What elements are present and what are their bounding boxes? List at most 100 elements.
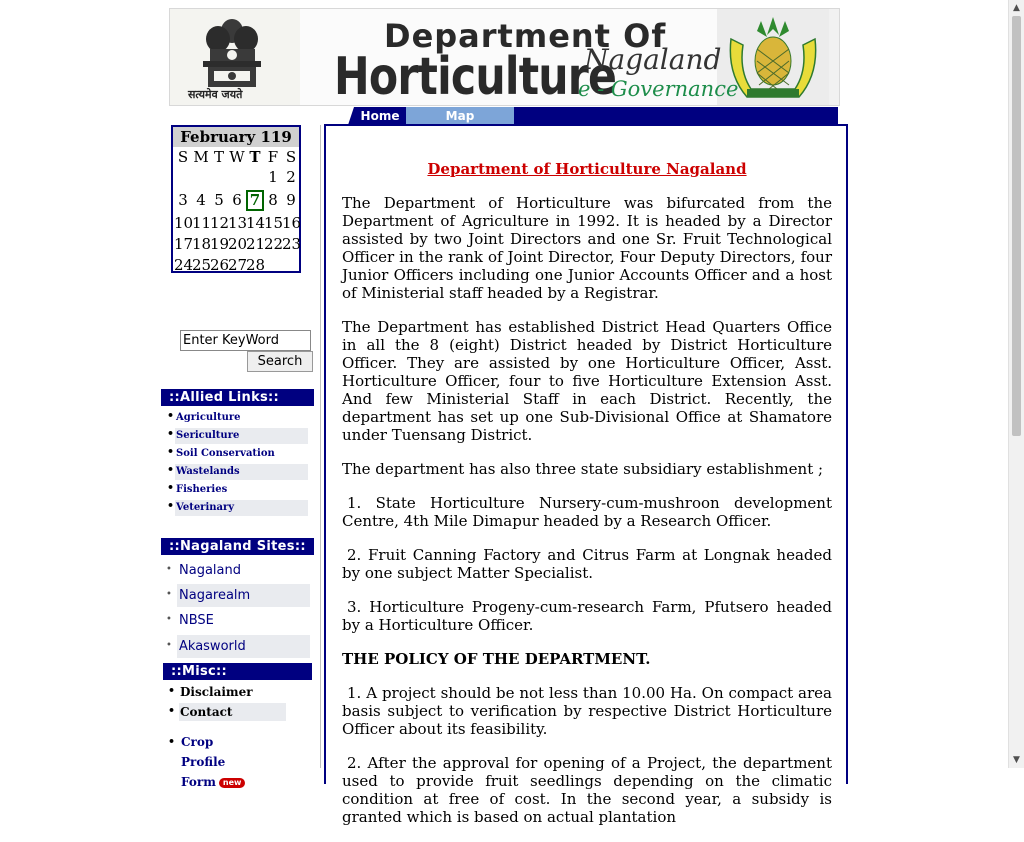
calendar-weekday: S (177, 148, 189, 166)
calendar-week-row: 3456789 (174, 188, 300, 213)
tab-home[interactable]: Home (354, 107, 406, 125)
calendar-day[interactable]: 24 (174, 255, 193, 276)
tab-map[interactable]: Map (406, 107, 514, 125)
bullet-icon: • (167, 409, 175, 422)
bullet-icon: • (166, 564, 172, 575)
misc-link[interactable]: Crop Profile Form new (179, 732, 253, 789)
nagaland-site-link[interactable]: Nagaland (177, 559, 310, 582)
policy-heading: THE POLICY OF THE DEPARTMENT. (342, 650, 651, 668)
allied-link[interactable]: Agriculture (175, 410, 308, 426)
calendar-day[interactable]: 21 (246, 234, 265, 255)
bullet-icon: • (168, 735, 176, 748)
calendar-day (174, 167, 192, 188)
calendar-day[interactable]: 10 (174, 213, 193, 234)
calendar-week-row: 12 (174, 167, 300, 188)
content-paragraphs: The Department of Horticulture was bifur… (342, 194, 832, 634)
new-badge-icon: new (218, 777, 246, 788)
bullet-icon: • (166, 614, 172, 625)
allied-link[interactable]: Soil Conservation (175, 446, 308, 462)
banner-nagaland-text: Nagaland (584, 43, 722, 76)
calendar-day[interactable]: 8 (264, 188, 282, 213)
policy-paragraphs: 1. A project should be not less than 10.… (342, 684, 832, 826)
calendar-day[interactable]: 4 (192, 188, 210, 213)
scroll-up-arrow-icon[interactable]: ▲ (1009, 0, 1024, 16)
bullet-icon: • (167, 427, 175, 440)
calendar-day (282, 255, 300, 276)
calendar-day[interactable]: 13 (228, 213, 247, 234)
calendar-day[interactable]: 16 (282, 213, 301, 234)
calendar-weekday: F (267, 148, 279, 166)
calendar-day[interactable]: 12 (210, 213, 229, 234)
content-title[interactable]: Department of Horticulture Nagaland (342, 160, 832, 178)
column-divider (320, 125, 321, 768)
page-scrollbar[interactable]: ▲ ▼ (1008, 0, 1024, 768)
calendar-day[interactable]: 15 (264, 213, 283, 234)
calendar-weekday: S (285, 148, 297, 166)
calendar-today[interactable]: 7 (246, 190, 264, 211)
calendar-day[interactable]: 11 (192, 213, 211, 234)
nagaland-site-link[interactable]: Nagarealm (177, 584, 310, 607)
content-paragraph: 3. Horticulture Progeny-cum-research Far… (342, 598, 832, 634)
nagaland-site-link[interactable]: NBSE (177, 609, 310, 632)
calendar-day[interactable]: 17 (174, 234, 193, 255)
emblem-motto: सत्यमेव जयते (188, 88, 243, 101)
calendar-day (246, 167, 264, 188)
bullet-icon: • (167, 481, 175, 494)
calendar-day[interactable]: 9 (282, 188, 300, 213)
allied-link[interactable]: Wastelands (175, 464, 308, 480)
calendar-day[interactable]: 20 (228, 234, 247, 255)
calendar-day[interactable]: 14 (246, 213, 265, 234)
calendar-day[interactable]: 27 (228, 255, 247, 276)
misc-link[interactable]: Contact (179, 703, 286, 721)
bullet-icon: • (167, 463, 175, 476)
calendar-weekday: T (249, 148, 261, 166)
search-button[interactable]: Search (247, 351, 313, 372)
calendar-day[interactable]: 3 (174, 188, 192, 213)
calendar-day[interactable]: 23 (282, 234, 301, 255)
calendar-day[interactable]: 28 (246, 255, 265, 276)
calendar-day[interactable]: 22 (264, 234, 283, 255)
calendar-weekday: T (213, 148, 224, 166)
allied-links-header: ::Allied Links:: (161, 389, 314, 406)
bullet-icon: • (166, 589, 172, 600)
calendar-day[interactable]: 25 (192, 255, 211, 276)
calendar-week-row: 10 11 12 13 14 15 16 (174, 213, 301, 234)
bullet-icon: • (168, 704, 176, 717)
calendar-day[interactable]: 19 (210, 234, 229, 255)
scrollbar-thumb[interactable] (1012, 16, 1021, 436)
allied-link[interactable]: Veterinary (175, 500, 308, 516)
nagaland-site-link[interactable]: Akasworld (177, 635, 310, 658)
calendar-day[interactable]: 18 (192, 234, 211, 255)
calendar-day (192, 167, 210, 188)
calendar: February 119 S M T W T F S 1 2 3 4 5 6 7 8 9 10 11 12 13 14 1… (171, 125, 301, 276)
state-emblem: सत्यमेव जयते (170, 9, 300, 105)
misc-link[interactable]: Disclaimer (179, 683, 286, 701)
calendar-day[interactable]: 2 (282, 167, 300, 188)
calendar-day[interactable]: 5 (210, 188, 228, 213)
calendar-day[interactable]: 26 (210, 255, 229, 276)
allied-link[interactable]: Fisheries (175, 482, 308, 498)
misc-header: ::Misc:: (163, 663, 312, 680)
allied-link[interactable]: Sericulture (175, 428, 308, 444)
content-paragraph: The Department has established District … (342, 318, 832, 444)
page: सत्यमेव जयते Department Of Horticulture … (0, 0, 1008, 826)
calendar-day (210, 167, 228, 188)
content-paragraph: 1. State Horticulture Nursery-cum-mushro… (342, 494, 832, 530)
calendar-day[interactable]: 6 (228, 188, 246, 213)
calendar-week-row: 24 25 26 27 28 (174, 255, 300, 276)
main-content: Department of Horticulture Nagaland The … (324, 124, 848, 826)
calendar-weekday: M (193, 148, 209, 166)
bullet-icon: • (168, 684, 176, 697)
scroll-down-arrow-icon[interactable]: ▼ (1009, 752, 1024, 768)
calendar-week-row: 17 18 19 20 21 22 23 (174, 234, 301, 255)
calendar-header: February 119 (173, 127, 299, 147)
banner-egov-text: e - Governance (578, 77, 739, 101)
content-paragraph: The department has also three state subs… (342, 460, 824, 478)
search-input[interactable] (180, 330, 311, 351)
calendar-day[interactable]: 1 (264, 167, 282, 188)
bullet-icon: • (166, 640, 172, 651)
header-banner: सत्यमेव जयते Department Of Horticulture … (169, 8, 840, 107)
calendar-weekday: W (229, 148, 245, 166)
nagaland-sites-header: ::Nagaland Sites:: (161, 538, 314, 555)
top-nav: Home Map (348, 107, 838, 125)
